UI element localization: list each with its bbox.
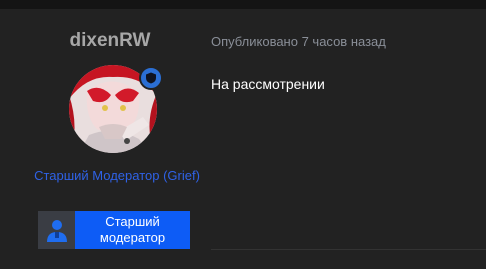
moderator-badge[interactable] bbox=[139, 66, 163, 90]
avatar-container bbox=[69, 65, 164, 160]
user-title: Старший Модератор (Grief) bbox=[34, 168, 200, 183]
user-banner: Старший модератор bbox=[38, 211, 190, 249]
username-link[interactable]: dixenRW bbox=[0, 30, 220, 52]
post-content: Опубликовано 7 часов назад На рассмотрен… bbox=[211, 9, 486, 269]
message-post: dixenRW Старший Модератор (Grief) Старши… bbox=[0, 9, 486, 269]
post-divider bbox=[211, 249, 486, 250]
post-timestamp[interactable]: Опубликовано 7 часов назад bbox=[211, 34, 386, 49]
post-body-text: На рассмотрении bbox=[211, 76, 325, 92]
shield-icon bbox=[146, 72, 156, 84]
banner-label: Старший модератор bbox=[75, 211, 190, 249]
moderator-person-icon bbox=[38, 211, 75, 249]
user-info: dixenRW Старший Модератор (Grief) Старши… bbox=[0, 9, 220, 269]
